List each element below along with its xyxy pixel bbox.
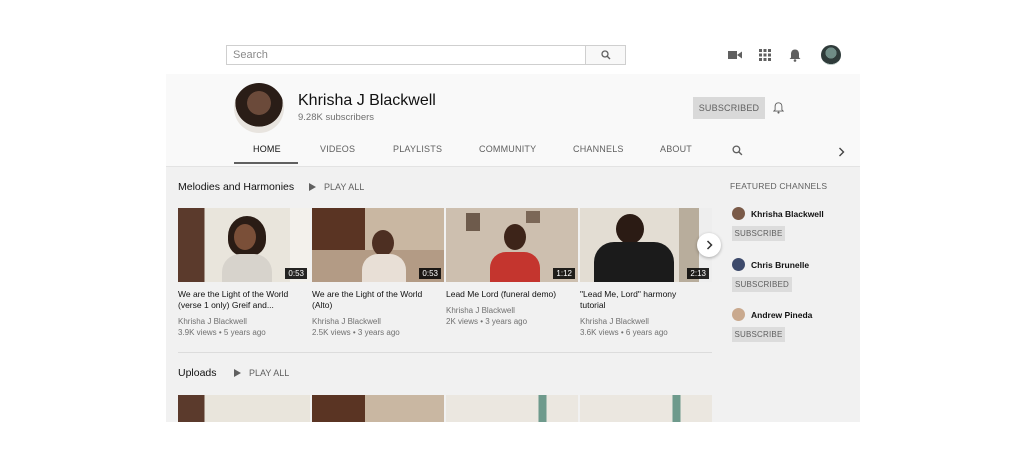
section-title: Melodies and Harmonies [178, 181, 295, 193]
notifications-bell-icon[interactable] [786, 46, 804, 64]
video-meta: 2K views • 3 years ago [446, 317, 528, 326]
featured-channel-name[interactable]: Khrisha Blackwell [751, 209, 824, 219]
channel-search-icon[interactable] [732, 143, 743, 161]
featured-subscribe-button[interactable]: SUBSCRIBE [732, 327, 785, 342]
channel-bell-icon[interactable] [772, 101, 785, 119]
video-card[interactable]: 0:53 We are the Light of the World (Alto)… [312, 208, 444, 338]
carousel-next-button[interactable] [697, 233, 721, 257]
video-channel[interactable]: Khrisha J Blackwell [580, 316, 712, 327]
featured-channels-title: FEATURED CHANNELS [730, 181, 828, 191]
video-camera-icon[interactable] [726, 46, 744, 64]
featured-subscribe-button[interactable]: SUBSCRIBED [732, 277, 792, 292]
video-meta: 2.5K views • 3 years ago [312, 328, 400, 337]
video-thumbnail[interactable] [178, 395, 310, 422]
channel-name: Khrisha J Blackwell [298, 92, 436, 109]
tab-videos[interactable]: VIDEOS [320, 144, 355, 154]
video-thumbnail[interactable] [312, 395, 444, 422]
search-input[interactable]: Search [226, 45, 586, 65]
video-channel[interactable]: Khrisha J Blackwell [446, 305, 578, 316]
search-button[interactable] [585, 45, 626, 65]
tab-channels[interactable]: CHANNELS [573, 144, 624, 154]
tab-about[interactable]: ABOUT [660, 144, 692, 154]
video-meta: 3.6K views • 6 years ago [580, 328, 668, 337]
play-all-label: PLAY ALL [324, 182, 365, 192]
subscriber-count: 9.28K subscribers [298, 112, 375, 123]
active-tab-indicator [234, 162, 298, 164]
apps-grid-icon[interactable] [756, 46, 774, 64]
video-duration: 0:53 [419, 268, 441, 279]
tabs-scroll-right-icon[interactable] [838, 144, 845, 162]
video-thumbnail[interactable]: 2:13 [580, 208, 712, 282]
chevron-right-icon [706, 240, 713, 250]
featured-channel-name[interactable]: Chris Brunelle [751, 260, 809, 270]
section-divider [178, 352, 712, 353]
video-title: We are the Light of the World (Alto) [312, 289, 423, 310]
video-thumbnail[interactable]: 0:53 [178, 208, 310, 282]
video-thumbnail[interactable]: 0:53 [312, 208, 444, 282]
video-card[interactable]: 0:53 We are the Light of the World (verse… [178, 208, 310, 338]
video-title: "Lead Me, Lord" harmony tutorial [580, 289, 677, 310]
subscribed-button[interactable]: SUBSCRIBED [693, 97, 765, 119]
search-icon [600, 50, 610, 60]
video-thumbnail[interactable]: 1:12 [446, 208, 578, 282]
video-card[interactable]: 1:12 Lead Me Lord (funeral demo) Khrisha… [446, 208, 578, 327]
channel-page: Khrisha J Blackwell 9.28K subscribers SU… [166, 74, 860, 422]
featured-channel-name[interactable]: Andrew Pineda [751, 310, 812, 320]
channel-avatar[interactable] [234, 83, 284, 133]
featured-channel-avatar[interactable] [732, 258, 745, 271]
tab-home[interactable]: HOME [253, 144, 281, 154]
video-thumbnail[interactable] [446, 395, 578, 422]
video-channel[interactable]: Khrisha J Blackwell [312, 316, 444, 327]
video-duration: 2:13 [687, 268, 709, 279]
play-all-button[interactable]: PLAY ALL [309, 182, 364, 192]
tab-playlists[interactable]: PLAYLISTS [393, 144, 442, 154]
featured-subscribe-button[interactable]: SUBSCRIBE [732, 226, 785, 241]
featured-channel-avatar[interactable] [732, 207, 745, 220]
play-icon [309, 183, 316, 191]
video-thumbnail[interactable] [580, 395, 712, 422]
video-card[interactable]: 2:13 "Lead Me, Lord" harmony tutorial Khr… [580, 208, 712, 338]
video-channel[interactable]: Khrisha J Blackwell [178, 316, 310, 327]
section-title: Uploads [178, 367, 217, 379]
video-duration: 1:12 [553, 268, 575, 279]
tab-community[interactable]: COMMUNITY [479, 144, 536, 154]
play-icon [234, 369, 241, 377]
user-avatar[interactable] [821, 45, 841, 65]
featured-channel-avatar[interactable] [732, 308, 745, 321]
video-title: We are the Light of the World (verse 1 on… [178, 289, 289, 310]
video-meta: 3.9K views • 5 years ago [178, 328, 266, 337]
video-title: Lead Me Lord (funeral demo) [446, 289, 557, 299]
video-duration: 0:53 [285, 268, 307, 279]
play-all-label: PLAY ALL [249, 368, 290, 378]
play-all-button[interactable]: PLAY ALL [234, 368, 289, 378]
